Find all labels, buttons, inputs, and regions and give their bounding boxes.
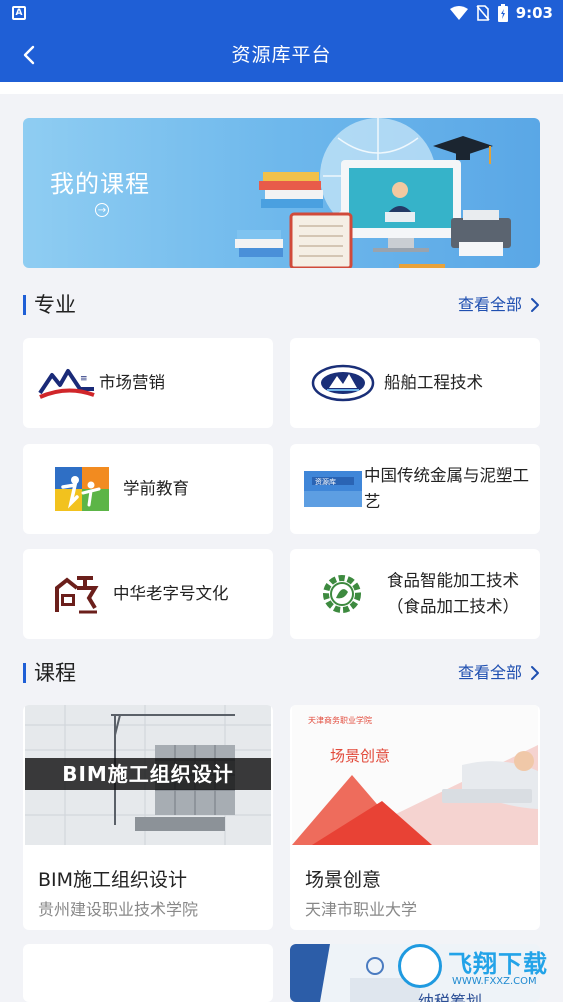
course-name: 场景创意 xyxy=(305,869,382,891)
status-right: 9:03 xyxy=(449,4,553,22)
courses-view-all-label: 查看全部 xyxy=(457,663,522,682)
course-card[interactable]: 天津商务职业学院 场景创意 场景创意 天津市职业大学 xyxy=(290,705,540,930)
chevron-right-icon xyxy=(531,298,539,312)
app-bar: 资源库平台 xyxy=(0,28,563,82)
major-name: 中华老字号文化 xyxy=(113,584,229,603)
svg-text:资源库: 资源库 xyxy=(315,477,336,486)
major-name: 船舶工程技术 xyxy=(384,373,483,392)
courses-section-header: 课程 查看全部 xyxy=(23,658,540,688)
course-card[interactable] xyxy=(23,944,273,1002)
page-title: 资源库平台 xyxy=(231,44,332,66)
no-sim-icon xyxy=(476,5,490,21)
major-card[interactable]: 食品智能加工技术（食品加工技术） xyxy=(290,549,540,639)
course-thumbnail: BIM施工组织设计 xyxy=(25,705,271,845)
section-accent-bar xyxy=(23,295,26,315)
watermark: 飞翔下载 WWW.FXXZ.COM xyxy=(396,940,556,996)
wifi-icon xyxy=(449,6,468,20)
chevron-right-icon xyxy=(531,666,539,680)
major-card[interactable]: 中华老字号文化 xyxy=(23,549,273,639)
battery-icon xyxy=(497,4,508,22)
status-bar: A 9:03 xyxy=(0,0,563,28)
course-thumbnail: 天津商务职业学院 场景创意 xyxy=(292,705,538,845)
course-thumbnail-title: BIM施工组织设计 xyxy=(25,758,271,790)
arrow-right-circle-icon: → xyxy=(95,203,109,217)
old-brand-logo-icon xyxy=(49,569,103,619)
banner-title: 我的课程 xyxy=(50,170,150,198)
resource-library-logo-icon: 资源库 xyxy=(304,464,362,514)
status-time: 9:03 xyxy=(515,4,553,22)
gear-leaf-logo-icon xyxy=(312,569,372,619)
ship-seal-icon xyxy=(310,358,376,408)
chevron-left-icon xyxy=(23,45,35,65)
majors-view-all-label: 查看全部 xyxy=(457,295,522,314)
my-courses-banner[interactable]: 我的课程 → xyxy=(23,118,540,268)
majors-view-all-link[interactable]: 查看全部 xyxy=(458,290,540,320)
courses-view-all-link[interactable]: 查看全部 xyxy=(458,658,540,688)
watermark-logo-icon xyxy=(398,944,442,988)
children-logo-icon xyxy=(49,464,115,514)
major-name: 中国传统金属与泥塑工艺 xyxy=(364,466,529,511)
course-thumbnail-title: 场景创意 xyxy=(330,747,391,765)
majors-section-header: 专业 查看全部 xyxy=(23,290,540,320)
top-strip xyxy=(0,82,563,94)
major-name: 食品智能加工技术（食品加工技术） xyxy=(387,571,519,616)
course-card[interactable]: BIM施工组织设计 BIM施工组织设计 贵州建设职业技术学院 xyxy=(23,705,273,930)
notification-icon: A xyxy=(12,6,26,20)
major-card[interactable]: 船舶工程技术 xyxy=(290,338,540,428)
course-school: 贵州建设职业技术学院 xyxy=(38,900,199,919)
course-thumbnail-school: 天津商务职业学院 xyxy=(308,716,372,725)
major-name: 学前教育 xyxy=(123,479,189,498)
courses-section-title: 课程 xyxy=(34,661,76,685)
major-card[interactable]: 资源库 中国传统金属与泥塑工艺 xyxy=(290,444,540,534)
major-card[interactable]: 学前教育 xyxy=(23,444,273,534)
course-school: 天津市职业大学 xyxy=(305,900,418,919)
majors-section-title: 专业 xyxy=(34,293,76,317)
watermark-text: 飞翔下载 xyxy=(448,950,548,978)
svg-text:≡: ≡ xyxy=(80,374,88,384)
major-name: 市场营销 xyxy=(99,373,165,392)
course-name: BIM施工组织设计 xyxy=(38,869,188,891)
section-accent-bar xyxy=(23,663,26,683)
mountain-logo-icon: ≡ xyxy=(37,358,97,408)
watermark-url: WWW.FXXZ.COM xyxy=(452,976,537,987)
major-card[interactable]: ≡ 市场营销 xyxy=(23,338,273,428)
back-button[interactable] xyxy=(14,40,44,70)
